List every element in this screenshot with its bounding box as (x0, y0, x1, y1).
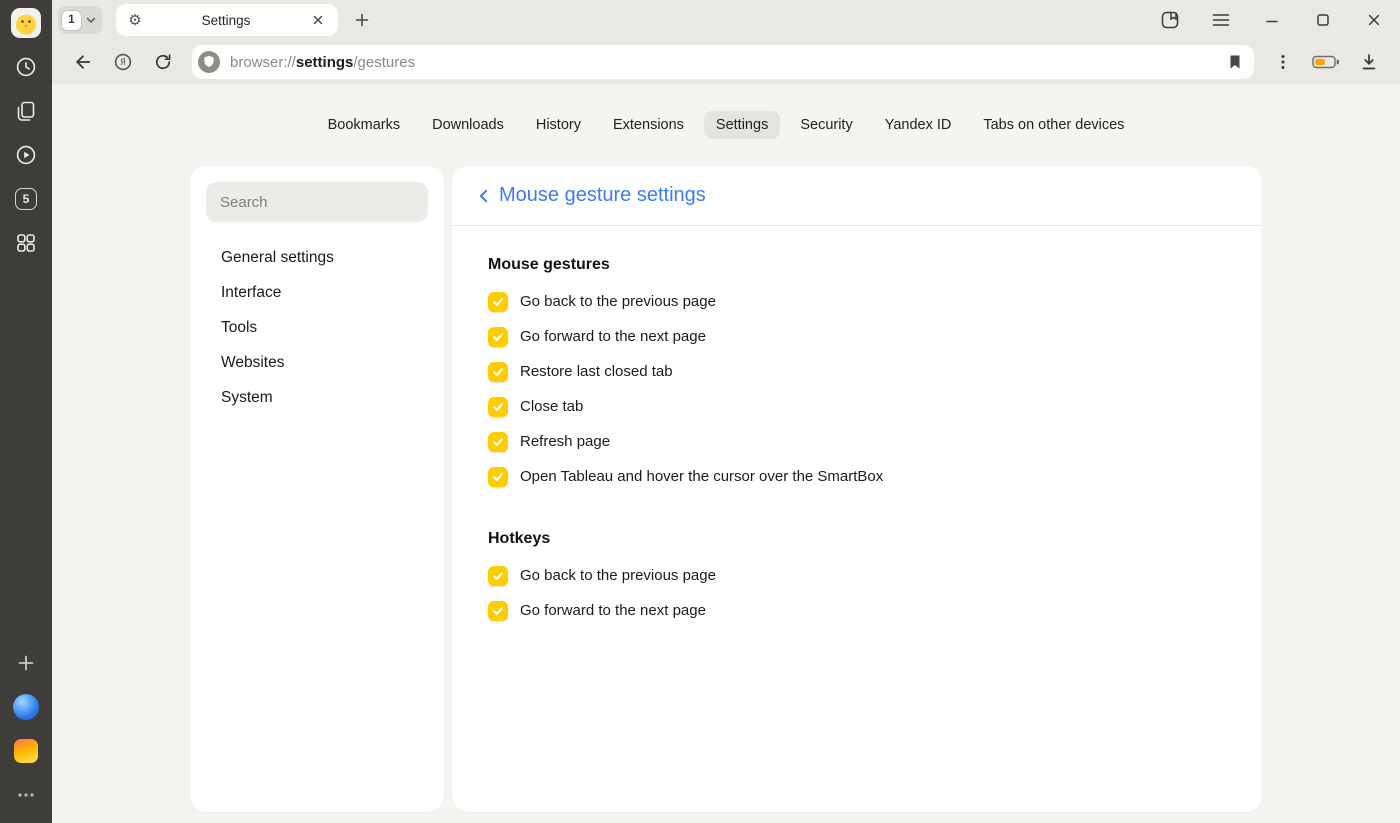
nav-item-history[interactable]: History (524, 111, 593, 139)
checkbox-label: Go back to the previous page (520, 567, 716, 584)
settings-search-input[interactable] (206, 182, 428, 222)
window-close-button[interactable] (1362, 8, 1386, 32)
profile-avatar[interactable] (10, 7, 42, 39)
checkbox-label: Go forward to the next page (520, 328, 706, 345)
settings-cards: General settings Interface Tools Website… (52, 166, 1400, 812)
settings-top-nav: Bookmarks Downloads History Extensions S… (52, 110, 1400, 140)
toolbar: Я browser://settings/gestures (52, 40, 1400, 84)
tab-close-icon[interactable] (308, 10, 328, 30)
rail-add-icon[interactable] (10, 647, 42, 679)
checkbox-checked-icon[interactable] (488, 467, 508, 487)
section-mouse-gestures: Mouse gestures Go back to the previous p… (488, 256, 1226, 494)
reload-button[interactable] (148, 47, 178, 77)
url-text: browser://settings/gestures (230, 54, 415, 71)
avatar-image (11, 8, 41, 38)
history-icon[interactable] (10, 51, 42, 83)
yandex-browser-logo (13, 694, 39, 720)
menu-item-websites[interactable]: Websites (206, 345, 428, 380)
new-tab-button[interactable] (348, 6, 376, 34)
back-button[interactable] (68, 47, 98, 77)
section-heading: Hotkeys (488, 530, 1226, 548)
section-heading: Mouse gestures (488, 256, 1226, 274)
settings-menu: General settings Interface Tools Website… (206, 240, 428, 415)
checkbox-label: Restore last closed tab (520, 363, 673, 380)
battery-saver-icon[interactable] (1308, 47, 1344, 77)
mail-logo (14, 739, 38, 763)
gesture-row[interactable]: Go back to the previous page (488, 284, 1226, 319)
gesture-settings-card: Mouse gesture settings Mouse gestures Go… (452, 166, 1262, 812)
checkbox-checked-icon[interactable] (488, 362, 508, 382)
nav-item-extensions[interactable]: Extensions (601, 111, 696, 139)
tab-group-control[interactable]: 1 (58, 6, 102, 34)
checkbox-label: Close tab (520, 398, 583, 415)
panel-body: Mouse gestures Go back to the previous p… (452, 226, 1262, 658)
downloads-icon[interactable] (1354, 47, 1384, 77)
window-maximize-button[interactable] (1311, 8, 1335, 32)
checkbox-checked-icon[interactable] (488, 292, 508, 312)
apps-grid-icon[interactable] (10, 227, 42, 259)
nav-item-downloads[interactable]: Downloads (420, 111, 516, 139)
tabs-counter[interactable]: 5 (10, 183, 42, 215)
side-panel-toggle-icon[interactable] (1158, 8, 1182, 32)
checkbox-label: Go back to the previous page (520, 293, 716, 310)
tab-title: Settings (144, 13, 308, 28)
rail-more-icon[interactable] (10, 779, 42, 811)
menu-item-general-settings[interactable]: General settings (206, 240, 428, 275)
media-play-icon[interactable] (10, 139, 42, 171)
overflow-menu-icon[interactable] (1268, 47, 1298, 77)
nav-item-tabs-other-devices[interactable]: Tabs on other devices (971, 111, 1136, 139)
url-host: settings (296, 54, 354, 71)
hotkey-row[interactable]: Go back to the previous page (488, 558, 1226, 593)
checkbox-checked-icon[interactable] (488, 601, 508, 621)
address-bar[interactable]: browser://settings/gestures (192, 45, 1254, 79)
gesture-row[interactable]: Refresh page (488, 424, 1226, 459)
tab-count-badge: 5 (15, 188, 37, 210)
gesture-row[interactable]: Restore last closed tab (488, 354, 1226, 389)
gesture-row[interactable]: Go forward to the next page (488, 319, 1226, 354)
menu-item-tools[interactable]: Tools (206, 310, 428, 345)
yandex-home-icon[interactable]: Я (108, 47, 138, 77)
strip-right-controls (1158, 8, 1386, 32)
tab-group-count: 1 (61, 10, 82, 31)
menu-item-interface[interactable]: Interface (206, 275, 428, 310)
chevron-left-icon (476, 188, 492, 204)
nav-item-security[interactable]: Security (788, 111, 864, 139)
settings-sidebar-card: General settings Interface Tools Website… (190, 166, 444, 812)
gesture-row[interactable]: Close tab (488, 389, 1226, 424)
documents-icon[interactable] (10, 95, 42, 127)
menu-item-system[interactable]: System (206, 380, 428, 415)
checkbox-label: Open Tableau and hover the cursor over t… (520, 468, 883, 485)
url-scheme: browser:// (230, 54, 296, 71)
svg-text:Я: Я (120, 58, 126, 68)
checkbox-checked-icon[interactable] (488, 432, 508, 452)
url-path: /gestures (353, 54, 415, 71)
checkbox-checked-icon[interactable] (488, 327, 508, 347)
checkbox-checked-icon[interactable] (488, 566, 508, 586)
chevron-down-icon (84, 13, 98, 27)
checkbox-label: Refresh page (520, 433, 610, 450)
nav-item-yandex-id[interactable]: Yandex ID (873, 111, 964, 139)
checkbox-checked-icon[interactable] (488, 397, 508, 417)
menu-hamburger-icon[interactable] (1209, 8, 1233, 32)
window-minimize-button[interactable] (1260, 8, 1284, 32)
active-tab-settings[interactable]: ⚙ Settings (116, 4, 338, 36)
settings-page: Bookmarks Downloads History Extensions S… (52, 84, 1400, 823)
bookmark-icon[interactable] (1226, 53, 1244, 71)
side-rail: 5 (0, 0, 52, 823)
nav-item-settings[interactable]: Settings (704, 111, 780, 139)
checkbox-label: Go forward to the next page (520, 602, 706, 619)
page-title: Mouse gesture settings (499, 184, 706, 207)
browser-logo-icon[interactable] (10, 691, 42, 723)
mail-app-icon[interactable] (10, 735, 42, 767)
tab-strip: 1 ⚙ Settings (52, 0, 1400, 40)
section-hotkeys: Hotkeys Go back to the previous page Go … (488, 530, 1226, 628)
protect-shield-icon[interactable] (197, 50, 221, 74)
gesture-row[interactable]: Open Tableau and hover the cursor over t… (488, 459, 1226, 494)
browser-window: 5 1 ⚙ Settings (0, 0, 1400, 823)
chrome-area: 1 ⚙ Settings (52, 0, 1400, 823)
gear-icon: ⚙ (126, 13, 144, 28)
hotkey-row[interactable]: Go forward to the next page (488, 593, 1226, 628)
panel-back-header[interactable]: Mouse gesture settings (452, 166, 1262, 226)
nav-item-bookmarks[interactable]: Bookmarks (316, 111, 413, 139)
